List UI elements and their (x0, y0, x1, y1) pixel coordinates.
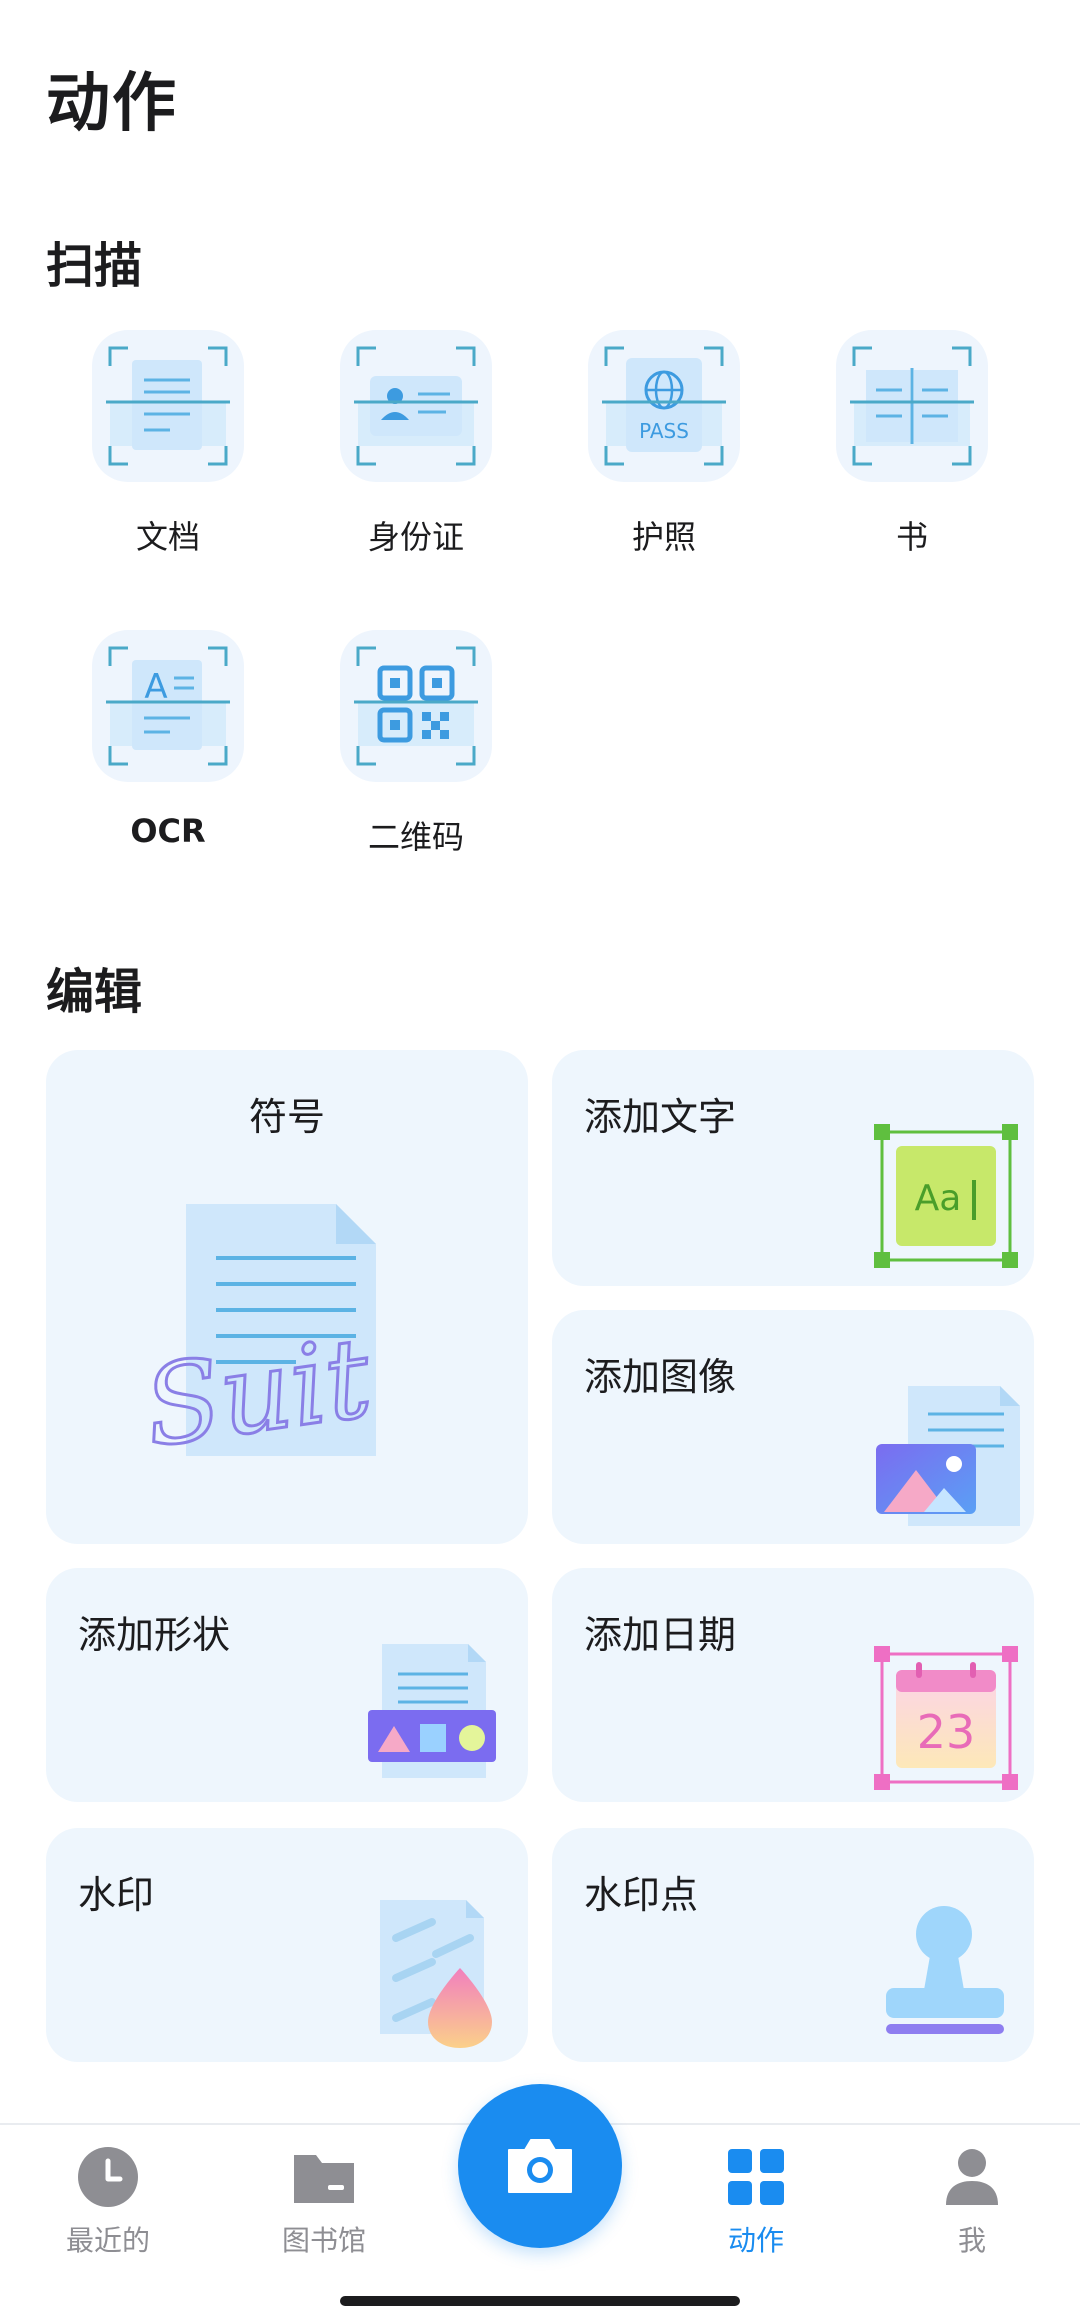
scan-item-book[interactable]: 书 (832, 330, 992, 558)
tab-recent[interactable]: 最近的 (28, 2145, 188, 2259)
scan-item-passport[interactable]: PASS 护照 (584, 330, 744, 558)
watermark-stamp-card[interactable]: 水印点 (552, 1828, 1034, 2062)
scan-item-id-card[interactable]: 身份证 (336, 330, 496, 558)
add-shape-label: 添加形状 (78, 1613, 231, 1657)
add-image-card[interactable]: 添加图像 (552, 1310, 1034, 1544)
add-date-day: 23 (917, 1705, 976, 1759)
scan-item-ocr[interactable]: A OCR (88, 630, 248, 850)
book-scan-icon (850, 346, 974, 466)
home-indicator (340, 2296, 740, 2306)
add-date-label: 添加日期 (584, 1613, 737, 1657)
tab-me[interactable]: 我 (892, 2145, 1052, 2259)
scan-item-label: 二维码 (367, 818, 464, 856)
signature-card[interactable]: 符号 Suit (46, 1050, 528, 1544)
add-date-card[interactable]: 添加日期 23 (552, 1568, 1034, 1802)
add-image-label: 添加图像 (584, 1355, 737, 1399)
camera-button[interactable] (458, 2084, 622, 2248)
tab-library[interactable]: 图书馆 (244, 2145, 404, 2259)
folder-icon (294, 2155, 354, 2203)
scan-item-label: 文档 (135, 518, 200, 556)
edit-section-title: 编辑 (46, 964, 143, 1020)
scan-item-qr-code[interactable]: 二维码 (336, 630, 496, 858)
document-scan-icon (106, 346, 230, 466)
passport-scan-icon: PASS (602, 346, 726, 466)
add-image-icon (876, 1386, 1020, 1526)
page-title: 动作 (46, 67, 178, 141)
add-text-label: 添加文字 (584, 1095, 737, 1139)
signature-label: 符号 (248, 1095, 325, 1139)
add-text-sample: Aa (915, 1178, 962, 1219)
tab-me-label: 我 (957, 2224, 986, 2257)
scan-section-title: 扫描 (46, 238, 143, 294)
add-shape-card[interactable]: 添加形状 (46, 1568, 528, 1802)
grid-icon (728, 2149, 784, 2205)
tab-actions[interactable]: 动作 (676, 2145, 836, 2259)
clock-icon (78, 2147, 138, 2207)
qr-code-scan-icon (354, 646, 478, 766)
scan-item-label: 身份证 (367, 518, 464, 556)
stamp-icon (886, 1906, 1004, 2034)
id-card-scan-icon (354, 346, 478, 466)
add-date-icon: 23 (874, 1646, 1018, 1790)
passport-badge-text: PASS (639, 419, 689, 443)
person-icon (946, 2149, 998, 2205)
scan-item-label: 书 (895, 518, 928, 556)
scan-item-document[interactable]: 文档 (88, 330, 248, 558)
add-text-icon: Aa (874, 1124, 1018, 1268)
tab-recent-label: 最近的 (65, 2224, 150, 2257)
signature-icon: Suit (146, 1204, 380, 1473)
ocr-scan-icon: A (106, 646, 230, 766)
tab-actions-label: 动作 (727, 2224, 784, 2257)
scan-item-label: 护照 (631, 518, 696, 556)
camera-icon (508, 2139, 572, 2193)
watermark-stamp-label: 水印点 (584, 1873, 699, 1917)
watermark-label: 水印 (78, 1873, 155, 1917)
add-shape-icon (368, 1644, 496, 1778)
tab-library-label: 图书馆 (281, 2224, 366, 2257)
watermark-card[interactable]: 水印 (46, 1828, 528, 2062)
add-text-card[interactable]: 添加文字 Aa (552, 1050, 1034, 1286)
scan-item-label: OCR (130, 812, 206, 850)
watermark-icon (380, 1900, 492, 2048)
